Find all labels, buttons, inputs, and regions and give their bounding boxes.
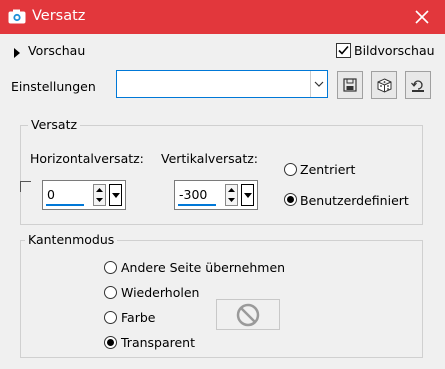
color-swatch-button[interactable]: [216, 299, 280, 330]
window-title: Versatz: [32, 8, 86, 24]
save-icon: [343, 78, 357, 92]
reset-button[interactable]: [405, 71, 431, 99]
vertical-offset-value[interactable]: -300: [179, 187, 207, 202]
offset-group: [20, 125, 423, 225]
edge-mode-group-title: Kantenmodus: [25, 232, 118, 247]
dialog-window: Versatz Vorschau Bildvorschau Einstellun…: [0, 0, 445, 369]
random-button[interactable]: [371, 71, 397, 99]
arrow-down-icon[interactable]: [94, 195, 105, 205]
vertical-dropdown-icon[interactable]: [241, 184, 254, 206]
no-sign-icon: [236, 303, 260, 326]
vertical-updown[interactable]: [225, 184, 238, 206]
centered-label[interactable]: Zentriert: [300, 162, 355, 177]
dice-icon: [377, 77, 391, 93]
expand-arrow-icon[interactable]: [13, 46, 21, 61]
edge-option-wrap-radio[interactable]: [104, 261, 117, 274]
edge-option-color-radio[interactable]: [104, 311, 117, 324]
horizontal-offset-value[interactable]: 0: [47, 187, 55, 202]
preview-toggle-label[interactable]: Vorschau: [28, 43, 85, 58]
link-offsets-checkbox[interactable]: [20, 181, 31, 192]
edge-option-transparent-label[interactable]: Transparent: [121, 335, 195, 350]
horizontal-offset-label: Horizontalversatz:: [30, 151, 144, 166]
horizontal-updown[interactable]: [93, 184, 106, 206]
close-icon: [415, 10, 429, 24]
settings-combobox[interactable]: [116, 70, 328, 98]
save-settings-button[interactable]: [337, 71, 363, 99]
edge-option-repeat-label[interactable]: Wiederholen: [121, 285, 199, 300]
horizontal-offset-underline: [46, 204, 84, 206]
centered-radio[interactable]: [284, 163, 297, 176]
image-preview-label: Bildvorschau: [354, 43, 435, 58]
edge-option-color-label[interactable]: Farbe: [121, 310, 155, 325]
camera-icon: [8, 9, 26, 24]
arrow-down-icon[interactable]: [226, 195, 237, 205]
title-bar: Versatz: [0, 0, 445, 34]
settings-label: Einstellungen: [11, 79, 96, 94]
reset-icon: [411, 79, 424, 92]
edge-option-wrap-label[interactable]: Andere Seite übernehmen: [121, 260, 285, 275]
horizontal-offset-spinner[interactable]: 0: [42, 180, 126, 210]
chevron-down-icon[interactable]: [310, 71, 327, 97]
custom-label[interactable]: Benutzerdefiniert: [300, 193, 409, 208]
edge-option-repeat-radio[interactable]: [104, 286, 117, 299]
vertical-offset-underline: [178, 204, 216, 206]
vertical-offset-spinner[interactable]: -300: [174, 180, 258, 210]
custom-radio[interactable]: [284, 193, 297, 206]
vertical-offset-label: Vertikalversatz:: [161, 151, 259, 166]
arrow-up-icon[interactable]: [226, 185, 237, 195]
close-button[interactable]: [399, 0, 445, 34]
image-preview-checkbox[interactable]: [336, 43, 351, 58]
horizontal-dropdown-icon[interactable]: [109, 184, 122, 206]
edge-option-transparent-radio[interactable]: [104, 336, 117, 349]
arrow-up-icon[interactable]: [94, 185, 105, 195]
offset-group-title: Versatz: [28, 117, 81, 132]
